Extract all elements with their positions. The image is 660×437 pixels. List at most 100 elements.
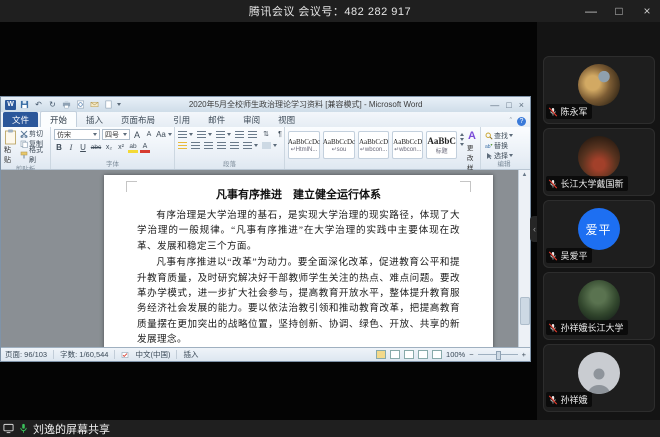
- participant-name: 吴爱平: [561, 249, 588, 262]
- zoom-slider[interactable]: [478, 354, 518, 355]
- word-document-title: 2020年5月全校师生政治理论学习资料 [兼容模式] - Microsoft W…: [121, 99, 490, 110]
- font-group: 仿宋 四号 A A Aa B I U abc: [51, 127, 175, 169]
- help-icon[interactable]: ?: [517, 117, 526, 126]
- cut-button[interactable]: 剪切: [19, 129, 47, 138]
- print-layout-view-icon[interactable]: [376, 350, 386, 359]
- participant-tile[interactable]: 孙祥娥长江大学: [543, 272, 655, 340]
- zoom-out-button[interactable]: −: [469, 350, 473, 359]
- spellcheck-icon[interactable]: [121, 351, 129, 359]
- font-size-select[interactable]: 四号: [102, 129, 130, 140]
- replace-button[interactable]: ab 替换: [484, 141, 524, 150]
- share-banner-text: 刘逸的屏幕共享: [33, 421, 110, 437]
- avatar: [578, 280, 620, 322]
- shrink-font-button[interactable]: A: [144, 130, 154, 140]
- participant-tile[interactable]: 爱平 吴爱平: [543, 200, 655, 268]
- participant-tile[interactable]: 长江大学戴国新: [543, 128, 655, 196]
- tab-review[interactable]: 审阅: [234, 112, 269, 127]
- clear-formatting-icon[interactable]: [168, 133, 172, 136]
- document-page[interactable]: 凡事有序推进 建立健全运行体系 有序治理是大学治理的基石，是实现大学治理的现实路…: [104, 175, 493, 347]
- styles-gallery-scroll[interactable]: [460, 133, 464, 146]
- shading-button[interactable]: [262, 142, 277, 149]
- undo-icon[interactable]: ↶: [33, 100, 44, 110]
- web-layout-view-icon[interactable]: [404, 350, 414, 359]
- avatar-silhouette: [578, 352, 620, 394]
- justify-icon[interactable]: [217, 142, 226, 149]
- increase-indent-icon[interactable]: [248, 131, 257, 138]
- maximize-button[interactable]: □: [612, 0, 626, 22]
- word-title-bar: W ↶ ↻ 2020年5月全校师生: [1, 97, 530, 112]
- word-restore-button[interactable]: □: [506, 100, 511, 110]
- underline-button[interactable]: U: [78, 143, 88, 153]
- draft-view-icon[interactable]: [432, 350, 442, 359]
- highlight-button[interactable]: ab: [128, 142, 138, 153]
- tab-page-layout[interactable]: 页面布局: [112, 112, 164, 127]
- word-logo-icon[interactable]: W: [5, 100, 16, 110]
- tab-insert[interactable]: 插入: [77, 112, 112, 127]
- meeting-title: 腾讯会议 会议号：482 282 917: [249, 3, 411, 19]
- grow-font-button[interactable]: A: [132, 130, 142, 140]
- email-icon[interactable]: [89, 100, 100, 110]
- style-item[interactable]: AaBbCcD ↵wbcon...: [392, 131, 423, 159]
- font-group-label: 字体: [54, 160, 171, 169]
- scroll-up-icon[interactable]: ▲: [520, 171, 529, 180]
- line-spacing-button[interactable]: [243, 142, 258, 149]
- select-button[interactable]: 选择: [484, 151, 524, 160]
- fullscreen-view-icon[interactable]: [390, 350, 400, 359]
- align-left-icon[interactable]: [178, 142, 187, 149]
- style-item[interactable]: AaBbCcDc ↵HtmlN...: [288, 131, 320, 159]
- change-case-button[interactable]: Aa: [156, 130, 166, 140]
- font-family-select[interactable]: 仿宋: [54, 129, 100, 140]
- find-icon: [485, 132, 493, 140]
- close-button[interactable]: ×: [640, 0, 654, 22]
- ribbon-collapse-icon[interactable]: ˆ: [510, 118, 512, 125]
- decrease-indent-icon[interactable]: [235, 131, 244, 138]
- format-painter-button[interactable]: 格式刷: [19, 150, 47, 159]
- tab-view[interactable]: 视图: [269, 112, 304, 127]
- outline-view-icon[interactable]: [418, 350, 428, 359]
- insert-mode-indicator[interactable]: 插入: [183, 349, 198, 360]
- zoom-in-button[interactable]: +: [522, 350, 526, 359]
- document-scrollbar[interactable]: ▲: [518, 170, 530, 347]
- participant-tile[interactable]: 孙祥娥: [543, 344, 655, 412]
- align-right-icon[interactable]: [204, 142, 213, 149]
- font-color-button[interactable]: A: [140, 142, 150, 153]
- styles-group: AaBbCcDc ↵HtmlN... AaBbCcDc ↵sou AaBbCcD…: [285, 127, 481, 169]
- minimize-button[interactable]: —: [584, 0, 598, 22]
- scrollbar-thumb[interactable]: [520, 297, 530, 325]
- strikethrough-button[interactable]: abc: [90, 143, 102, 153]
- align-center-icon[interactable]: [191, 142, 200, 149]
- word-minimize-button[interactable]: —: [490, 100, 499, 110]
- italic-button[interactable]: I: [66, 143, 76, 153]
- paste-button[interactable]: 粘贴: [4, 129, 17, 165]
- word-count[interactable]: 字数: 1/60,544: [60, 349, 108, 360]
- bold-button[interactable]: B: [54, 143, 64, 153]
- tab-home[interactable]: 开始: [40, 111, 77, 127]
- bullets-button[interactable]: [178, 131, 193, 138]
- page-indicator[interactable]: 页面: 96/103: [5, 349, 47, 360]
- language-indicator[interactable]: 中文(中国): [135, 349, 170, 360]
- distribute-icon[interactable]: [230, 142, 239, 149]
- sort-button[interactable]: ⇅: [261, 129, 271, 139]
- zoom-level[interactable]: 100%: [446, 350, 465, 359]
- numbering-button[interactable]: [197, 131, 212, 138]
- multilevel-list-button[interactable]: [216, 131, 231, 138]
- participant-tile[interactable]: 陈永军: [543, 56, 655, 124]
- print-icon[interactable]: [61, 100, 72, 110]
- superscript-button[interactable]: x²: [116, 143, 126, 153]
- tab-mailings[interactable]: 邮件: [199, 112, 234, 127]
- print-preview-icon[interactable]: [75, 100, 86, 110]
- subscript-button[interactable]: x₂: [104, 143, 114, 153]
- find-button[interactable]: 查找: [484, 131, 524, 140]
- tab-file[interactable]: 文件: [3, 112, 38, 127]
- svg-text:ab: ab: [485, 144, 491, 150]
- document-area[interactable]: 凡事有序推进 建立健全运行体系 有序治理是大学治理的基石，是实现大学治理的现实路…: [1, 170, 530, 347]
- style-item[interactable]: AaBbCcD ↵wbcon...: [358, 131, 389, 159]
- style-item[interactable]: AaBbCcDc ↵sou: [323, 131, 355, 159]
- save-icon[interactable]: [19, 100, 30, 110]
- style-item-heading[interactable]: AaBbC 标题: [426, 131, 457, 159]
- tab-references[interactable]: 引用: [164, 112, 199, 127]
- redo-icon[interactable]: ↻: [47, 100, 58, 110]
- new-document-icon[interactable]: [103, 100, 114, 110]
- show-marks-button[interactable]: ¶: [275, 129, 285, 139]
- word-close-button[interactable]: ×: [519, 100, 524, 110]
